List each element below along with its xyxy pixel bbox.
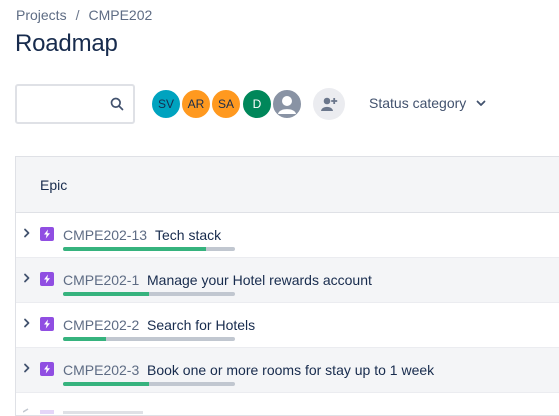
epic-column-header: Epic	[16, 157, 559, 213]
page-title: Roadmap	[15, 30, 118, 57]
epic-summary: Tech stack	[155, 227, 222, 243]
epic-row[interactable]: CMPE202-13 Tech stack	[16, 213, 559, 258]
breadcrumb: Projects / CMPE202	[16, 7, 152, 23]
roadmap-table: Epic CMPE202-13 Tech stack CMPE202-1 Man…	[15, 156, 559, 416]
epic-row[interactable]: CMPE202-2 Search for Hotels	[16, 303, 559, 348]
epic-row-partially-visible	[16, 392, 559, 414]
chevron-down-icon	[476, 100, 486, 106]
avatar-unassigned[interactable]	[271, 88, 303, 120]
epic-key[interactable]: CMPE202-3	[63, 362, 139, 378]
add-people-button[interactable]	[313, 88, 345, 120]
epic-icon	[40, 317, 54, 331]
avatar-d[interactable]: D	[241, 88, 273, 120]
avatar-sv[interactable]: SV	[150, 88, 182, 120]
clipped-row-fragment	[23, 408, 143, 414]
epic-column-title: Epic	[40, 177, 68, 193]
search-icon[interactable]	[110, 97, 124, 111]
chevron-right-icon[interactable]	[23, 363, 31, 373]
epic-row[interactable]: CMPE202-3 Book one or more rooms for sta…	[16, 348, 559, 393]
chevron-right-icon[interactable]	[23, 228, 31, 238]
search-box[interactable]	[15, 84, 135, 124]
epic-progress-bar	[63, 247, 235, 251]
epic-key[interactable]: CMPE202-2	[63, 317, 139, 333]
avatar-initials: AR	[187, 97, 205, 111]
epic-summary: Book one or more rooms for stay up to 1 …	[147, 362, 435, 378]
epic-summary: Search for Hotels	[147, 317, 256, 333]
epic-icon	[40, 362, 54, 376]
epic-progress-fill	[63, 247, 206, 251]
default-user-icon	[278, 96, 296, 114]
epic-progress-bar	[63, 337, 235, 341]
epic-progress-bar	[63, 292, 235, 296]
avatar-initials: SA	[217, 97, 234, 111]
status-category-label: Status category	[369, 95, 467, 111]
add-person-icon	[321, 97, 338, 111]
chevron-right-icon[interactable]	[23, 318, 31, 328]
epic-progress-bar	[63, 382, 235, 386]
epic-icon	[40, 227, 54, 241]
epic-key[interactable]: CMPE202-13	[63, 227, 147, 243]
avatar-ar[interactable]: AR	[180, 88, 212, 120]
avatar-initials: D	[252, 97, 262, 111]
avatar-initials: SV	[157, 97, 174, 111]
epic-progress-fill	[63, 337, 106, 341]
avatar-sa[interactable]: SA	[210, 88, 242, 120]
epic-key[interactable]: CMPE202-1	[63, 272, 139, 288]
epic-progress-fill	[63, 382, 149, 386]
status-category-filter[interactable]: Status category	[369, 95, 486, 111]
epic-row[interactable]: CMPE202-1 Manage your Hotel rewards acco…	[16, 258, 559, 303]
search-input[interactable]	[23, 94, 109, 116]
epic-progress-fill	[63, 292, 149, 296]
epic-summary: Manage your Hotel rewards account	[147, 272, 372, 288]
breadcrumb-separator: /	[75, 7, 80, 23]
epic-icon	[40, 272, 54, 286]
breadcrumb-projects-link[interactable]: Projects	[16, 7, 67, 23]
chevron-right-icon[interactable]	[23, 273, 31, 283]
breadcrumb-project-link[interactable]: CMPE202	[88, 7, 152, 23]
